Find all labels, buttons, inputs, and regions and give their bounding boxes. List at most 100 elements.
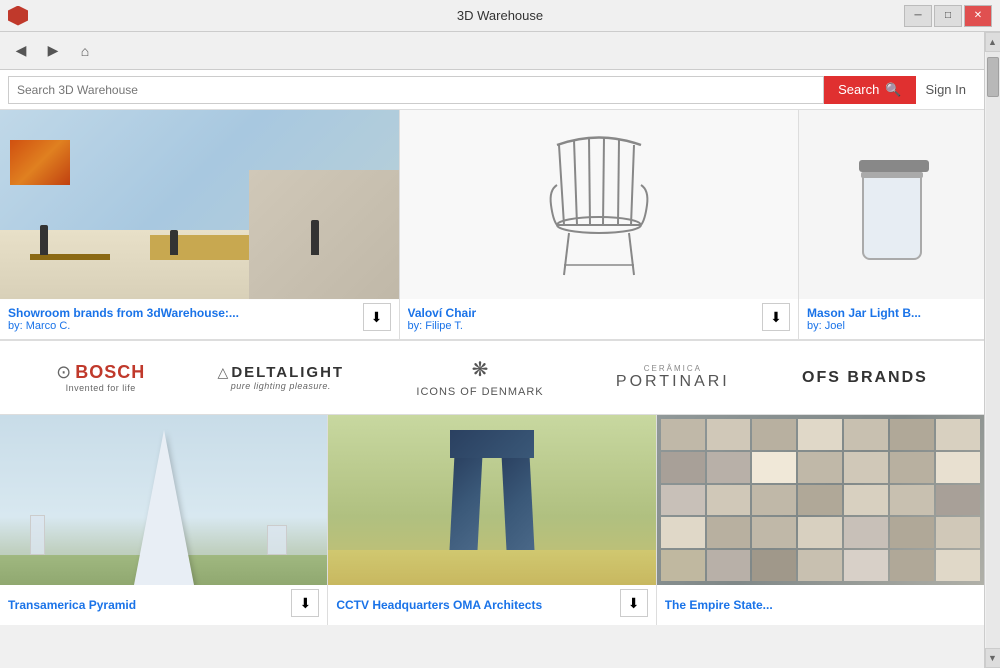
scroll-track xyxy=(986,52,1000,648)
bottom-card-transamerica[interactable]: Transamerica Pyramid ⬇ xyxy=(0,415,328,625)
empire-scene xyxy=(657,415,984,585)
block-15 xyxy=(661,485,705,516)
jar-rim xyxy=(861,172,923,178)
block-5 xyxy=(844,419,888,450)
brand-portinari[interactable]: CERÂMICA PORTINARI xyxy=(616,364,730,391)
bottom-card-cctv[interactable]: CCTV Headquarters OMA Architects ⬇ xyxy=(328,415,656,625)
deltalight-prefix: △ xyxy=(218,364,229,381)
figure-3 xyxy=(311,220,319,255)
block-31 xyxy=(752,550,796,581)
bosch-tagline: Invented for life xyxy=(66,383,136,393)
brand-ofs[interactable]: OFS BRANDS xyxy=(802,369,928,387)
block-3 xyxy=(752,419,796,450)
figure-2 xyxy=(170,230,178,255)
block-21 xyxy=(936,485,980,516)
deltalight-name: DELTALIGHT xyxy=(231,364,344,381)
block-27 xyxy=(890,517,934,548)
close-button[interactable]: ✕ xyxy=(964,5,992,27)
block-6 xyxy=(890,419,934,450)
transamerica-container xyxy=(0,415,327,585)
download-button-chair[interactable]: ⬇ xyxy=(762,303,790,331)
block-20 xyxy=(890,485,934,516)
app-logo xyxy=(8,6,28,26)
block-13 xyxy=(890,452,934,483)
model-card-chair[interactable]: Valoví Chair by: Filipe T. ⬇ xyxy=(400,110,800,339)
block-12 xyxy=(844,452,888,483)
scroll-down-arrow[interactable]: ▼ xyxy=(985,648,1000,668)
model-image-showroom xyxy=(0,110,399,300)
bottom-card-info-cctv: CCTV Headquarters OMA Architects xyxy=(328,585,655,625)
download-button-cctv[interactable]: ⬇ xyxy=(620,589,648,617)
model-title-chair: Valoví Chair xyxy=(408,306,791,320)
bottom-models-grid: Transamerica Pyramid ⬇ xyxy=(0,415,984,625)
block-34 xyxy=(890,550,934,581)
deltalight-tagline: pure lighting pleasure. xyxy=(231,381,331,391)
model-author-showroom: by: Marco C. xyxy=(8,320,391,332)
brand-bosch[interactable]: ⊙ BOSCH Invented for life xyxy=(56,362,145,393)
search-bar: Search 🔍 Sign In xyxy=(0,70,984,110)
sign-in-link[interactable]: Sign In xyxy=(916,82,976,97)
search-icon: 🔍 xyxy=(885,82,901,98)
model-card-mason[interactable]: Mason Jar Light B... by: Joel xyxy=(799,110,984,339)
search-label: Search xyxy=(838,82,879,97)
brand-icons-denmark[interactable]: ❋ ICONS OF DENMARK xyxy=(416,357,543,398)
scroll-thumb[interactable] xyxy=(987,57,999,97)
bosch-name: BOSCH xyxy=(75,362,145,383)
model-info-mason: Mason Jar Light B... by: Joel xyxy=(799,299,984,339)
model-title-mason: Mason Jar Light B... xyxy=(807,306,976,320)
block-18 xyxy=(798,485,842,516)
block-8 xyxy=(661,452,705,483)
bottom-title-transamerica: Transamerica Pyramid xyxy=(8,598,319,612)
app-wrapper: 3D Warehouse ─ □ ✕ ◀ ▶ ⌂ Search 🔍 Sign I… xyxy=(0,0,1000,668)
mason-jar xyxy=(862,170,922,260)
cctv-building-wrapper xyxy=(447,430,537,550)
scrollbar: ▲ ▼ xyxy=(984,32,1000,668)
download-button-transamerica[interactable]: ⬇ xyxy=(291,589,319,617)
block-19 xyxy=(844,485,888,516)
block-11 xyxy=(798,452,842,483)
bottom-card-info-transamerica: Transamerica Pyramid xyxy=(0,585,327,625)
staircase xyxy=(249,170,399,300)
model-card-showroom[interactable]: Showroom brands from 3dWarehouse:... by:… xyxy=(0,110,400,339)
bosch-row: ⊙ BOSCH xyxy=(56,362,145,383)
block-1 xyxy=(661,419,705,450)
side-building-1 xyxy=(30,515,45,555)
bosch-icon: ⊙ xyxy=(56,362,71,383)
transamerica-scene xyxy=(0,415,327,585)
search-button[interactable]: Search 🔍 xyxy=(824,76,915,104)
block-35 xyxy=(936,550,980,581)
block-32 xyxy=(798,550,842,581)
cctv-structure xyxy=(447,430,537,550)
brands-bar: ⊙ BOSCH Invented for life △ DELTALIGHT p… xyxy=(0,340,984,415)
block-29 xyxy=(661,550,705,581)
city-grid xyxy=(657,415,984,585)
download-button-showroom[interactable]: ⬇ xyxy=(363,303,391,331)
search-input[interactable] xyxy=(8,76,824,104)
block-16 xyxy=(707,485,751,516)
block-25 xyxy=(798,517,842,548)
back-button[interactable]: ◀ xyxy=(8,38,34,64)
minimize-button[interactable]: ─ xyxy=(904,5,932,27)
bottom-card-empire[interactable]: The Empire State... xyxy=(657,415,984,625)
model-author-chair: by: Filipe T. xyxy=(408,320,791,332)
title-left xyxy=(8,6,28,26)
forward-button[interactable]: ▶ xyxy=(40,38,66,64)
restore-button[interactable]: □ xyxy=(934,5,962,27)
model-image-chair xyxy=(400,110,799,300)
model-image-mason xyxy=(799,110,984,300)
scroll-up-arrow[interactable]: ▲ xyxy=(985,32,1000,52)
empire-bg xyxy=(657,415,984,585)
block-2 xyxy=(707,419,751,450)
chair-svg xyxy=(529,125,669,285)
pyramid-tower xyxy=(134,430,194,585)
block-4 xyxy=(798,419,842,450)
pyramid-wrapper xyxy=(134,430,194,585)
block-24 xyxy=(752,517,796,548)
brand-deltalight[interactable]: △ DELTALIGHT pure lighting pleasure. xyxy=(218,364,345,391)
home-button[interactable]: ⌂ xyxy=(72,38,98,64)
cctv-left xyxy=(449,455,482,550)
block-14 xyxy=(936,452,980,483)
chair-scene xyxy=(400,110,799,300)
bottom-title-cctv: CCTV Headquarters OMA Architects xyxy=(336,598,647,612)
window-title: 3D Warehouse xyxy=(457,8,543,23)
